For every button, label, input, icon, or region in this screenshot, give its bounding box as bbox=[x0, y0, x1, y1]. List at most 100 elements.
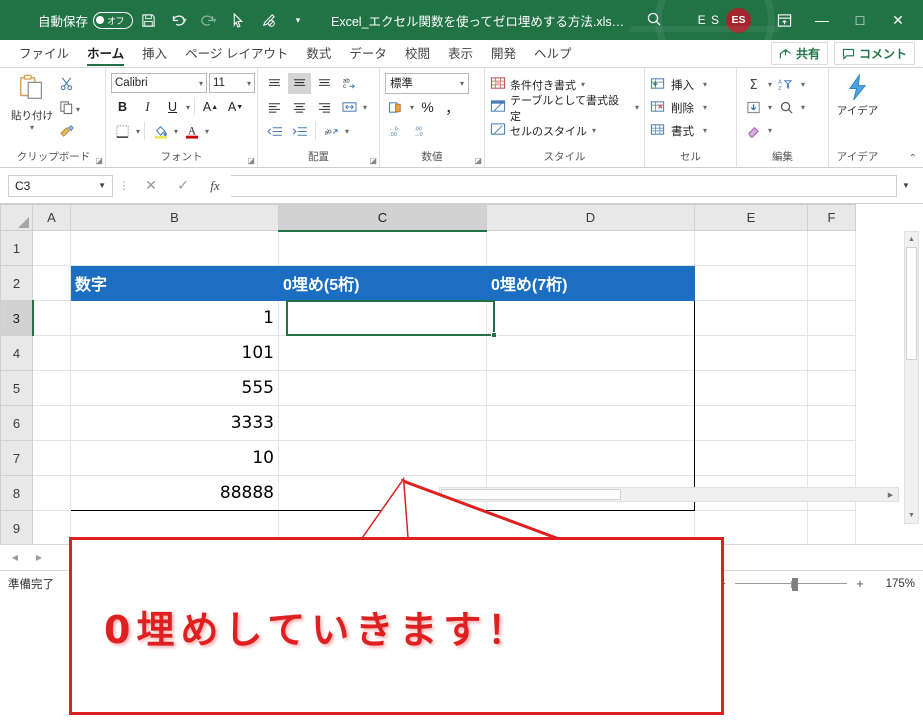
decrease-indent-icon[interactable] bbox=[263, 121, 286, 142]
cell-a1[interactable] bbox=[32, 230, 71, 266]
cell-e1[interactable] bbox=[694, 230, 808, 266]
percent-style-button[interactable]: % bbox=[416, 97, 439, 118]
tab-review[interactable]: 校閲 bbox=[396, 40, 439, 67]
italic-button[interactable]: I bbox=[136, 97, 159, 118]
cell-a6[interactable] bbox=[32, 405, 71, 441]
find-select-icon[interactable] bbox=[775, 97, 798, 118]
sheet-prev-arrow-icon[interactable]: ◀ bbox=[4, 548, 26, 568]
underline-button[interactable]: U bbox=[161, 97, 184, 118]
font-size-field[interactable]: 11 ▾ bbox=[209, 73, 255, 93]
cell-d2[interactable]: 0埋め(7桁) bbox=[486, 265, 695, 301]
align-right-icon[interactable] bbox=[313, 97, 336, 118]
cell-b5[interactable]: 555 bbox=[70, 370, 279, 406]
search-icon[interactable] bbox=[646, 11, 662, 30]
customize-qat-icon[interactable]: ▾ bbox=[285, 7, 311, 33]
column-header-e[interactable]: E bbox=[694, 204, 808, 231]
cell-a7[interactable] bbox=[32, 440, 71, 476]
clipboard-dialog-launcher-icon[interactable]: ◪ bbox=[95, 156, 103, 165]
autosum-sigma-icon[interactable]: Σ bbox=[742, 74, 765, 95]
column-header-d[interactable]: D bbox=[486, 204, 695, 231]
borders-chevron-down-icon[interactable]: ▾ bbox=[136, 127, 140, 136]
cell-f1[interactable] bbox=[807, 230, 856, 266]
number-format-chevron-down-icon[interactable]: ▾ bbox=[460, 79, 464, 88]
cell-c1[interactable] bbox=[278, 230, 487, 266]
pointer-icon[interactable] bbox=[225, 7, 251, 33]
cell-f6[interactable] bbox=[807, 405, 856, 441]
fill-color-chevron-down-icon[interactable]: ▾ bbox=[174, 127, 178, 136]
row-header-7[interactable]: 7 bbox=[0, 440, 33, 476]
cell-b2[interactable]: 数字 bbox=[70, 265, 279, 301]
alignment-dialog-launcher-icon[interactable]: ◪ bbox=[369, 156, 377, 165]
save-icon[interactable] bbox=[135, 7, 161, 33]
clear-eraser-icon[interactable] bbox=[742, 120, 765, 141]
avatar[interactable]: ES bbox=[726, 7, 751, 33]
cell-f7[interactable] bbox=[807, 440, 856, 476]
delete-cells-button[interactable]: 削除 ▾ bbox=[650, 96, 707, 119]
cell-f2[interactable] bbox=[807, 265, 856, 301]
row-header-4[interactable]: 4 bbox=[0, 335, 33, 371]
autosum-chevron-down-icon[interactable]: ▾ bbox=[768, 80, 772, 89]
cell-e3[interactable] bbox=[694, 300, 808, 336]
name-box[interactable]: C3 ▼ bbox=[8, 174, 113, 197]
horizontal-scroll-thumb[interactable] bbox=[441, 489, 621, 500]
cell-c3[interactable] bbox=[278, 300, 487, 336]
cell-a3[interactable] bbox=[32, 300, 71, 336]
format-cells-chevron-down-icon[interactable]: ▾ bbox=[703, 126, 707, 135]
align-top-icon[interactable] bbox=[263, 73, 286, 94]
cell-c5[interactable] bbox=[278, 370, 487, 406]
cell-d3[interactable] bbox=[486, 300, 695, 336]
fill-down-icon[interactable] bbox=[742, 97, 765, 118]
cell-d5[interactable] bbox=[486, 370, 695, 406]
delete-cells-chevron-down-icon[interactable]: ▾ bbox=[703, 103, 707, 112]
paste-chevron-down-icon[interactable]: ▾ bbox=[30, 123, 34, 132]
insert-cells-button[interactable]: 挿入 ▾ bbox=[650, 73, 707, 96]
sort-filter-chevron-down-icon[interactable]: ▾ bbox=[801, 80, 805, 89]
scroll-down-arrow-icon[interactable]: ▼ bbox=[905, 508, 918, 523]
cell-a5[interactable] bbox=[32, 370, 71, 406]
paste-button[interactable]: 貼り付け ▾ bbox=[7, 71, 57, 132]
orientation-chevron-down-icon[interactable]: ▾ bbox=[345, 127, 349, 136]
row-header-2[interactable]: 2 bbox=[0, 265, 33, 301]
conditional-formatting-chevron-down-icon[interactable]: ▾ bbox=[581, 80, 585, 89]
wrap-text-icon[interactable]: ab c bbox=[338, 73, 361, 94]
row-header-6[interactable]: 6 bbox=[0, 405, 33, 441]
row-header-9[interactable]: 9 bbox=[0, 510, 33, 544]
cell-d4[interactable] bbox=[486, 335, 695, 371]
shrink-font-button[interactable]: A ▼ bbox=[224, 97, 247, 118]
column-header-a[interactable]: A bbox=[32, 204, 71, 231]
cell-d6[interactable] bbox=[486, 405, 695, 441]
sort-filter-icon[interactable]: AZ bbox=[775, 74, 798, 95]
merge-chevron-down-icon[interactable]: ▾ bbox=[363, 103, 367, 112]
ribbon-display-options-icon[interactable] bbox=[765, 5, 803, 35]
copy-chevron-down-icon[interactable]: ▾ bbox=[76, 105, 80, 114]
scroll-right-arrow-icon[interactable]: ▶ bbox=[883, 488, 898, 501]
cell-b8[interactable]: 88888 bbox=[70, 475, 279, 511]
number-format-field[interactable]: 標準 ▾ bbox=[385, 72, 469, 94]
ideas-button[interactable]: アイデア bbox=[836, 71, 880, 117]
formula-input[interactable] bbox=[231, 174, 897, 197]
format-cells-button[interactable]: 書式 ▾ bbox=[650, 119, 707, 142]
underline-chevron-down-icon[interactable]: ▾ bbox=[186, 103, 190, 112]
align-middle-icon[interactable] bbox=[288, 72, 311, 94]
autosave-switch[interactable]: オフ bbox=[93, 11, 134, 29]
tab-data[interactable]: データ bbox=[340, 40, 396, 67]
fill-chevron-down-icon[interactable]: ▾ bbox=[768, 103, 772, 112]
cell-d7[interactable] bbox=[486, 440, 695, 476]
align-left-icon[interactable] bbox=[263, 97, 286, 118]
fx-insert-function-icon[interactable]: fx bbox=[199, 175, 231, 197]
comment-button[interactable]: コメント bbox=[833, 42, 915, 65]
borders-icon[interactable] bbox=[111, 121, 134, 142]
comma-style-button[interactable]: ， bbox=[441, 97, 464, 118]
row-header-1[interactable]: 1 bbox=[0, 230, 33, 266]
tab-view[interactable]: 表示 bbox=[439, 40, 482, 67]
clear-chevron-down-icon[interactable]: ▾ bbox=[768, 126, 772, 135]
row-header-3[interactable]: 3 bbox=[0, 300, 34, 336]
tab-formulas[interactable]: 数式 bbox=[297, 40, 340, 67]
cell-b4[interactable]: 101 bbox=[70, 335, 279, 371]
zoom-in-button[interactable]: + bbox=[854, 576, 866, 591]
horizontal-scrollbar[interactable]: ▶ bbox=[439, 487, 899, 502]
enter-check-icon[interactable]: ✓ bbox=[167, 175, 199, 197]
tab-insert[interactable]: 挿入 bbox=[133, 40, 176, 67]
zoom-slider[interactable] bbox=[735, 577, 847, 591]
cell-c4[interactable] bbox=[278, 335, 487, 371]
